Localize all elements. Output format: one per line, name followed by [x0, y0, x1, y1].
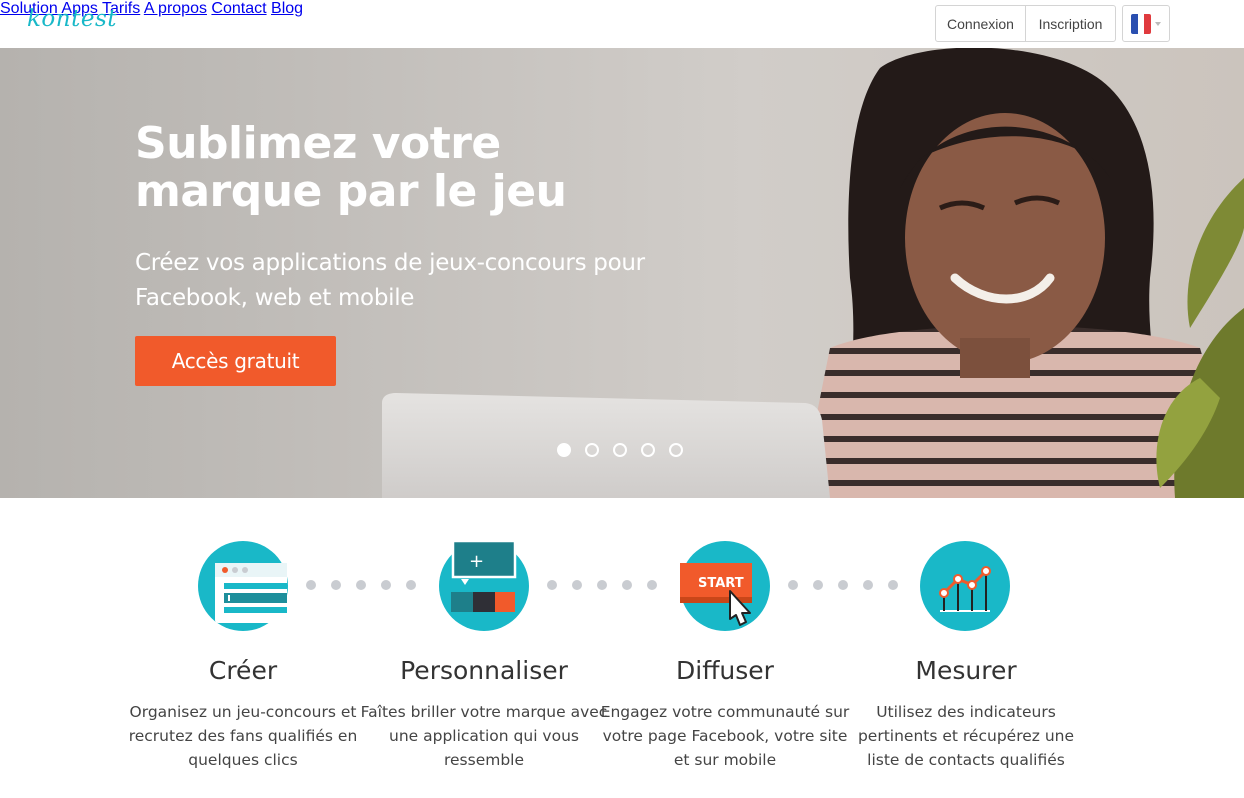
chevron-down-icon: [1155, 21, 1161, 26]
step-connector-2: [547, 580, 657, 590]
carousel-dot-5[interactable]: [669, 443, 683, 457]
kontest-logo[interactable]: kontest: [27, 6, 117, 32]
step-desc-creer: Organisez un jeu-concours et recrutez de…: [128, 703, 358, 769]
step-desc-personnaliser: Faîtes briller votre marque avec une app…: [360, 703, 608, 769]
customize-color-icon: +: [439, 541, 529, 631]
start-label: START: [698, 576, 744, 591]
france-flag-icon: [1131, 13, 1151, 34]
step-title-creer: Créer: [208, 656, 278, 685]
free-access-button[interactable]: Accès gratuit: [135, 336, 336, 386]
carousel-dot-2[interactable]: [585, 443, 599, 457]
carousel-pagination: [557, 443, 683, 457]
step-title-diffuser: Diffuser: [676, 656, 774, 685]
svg-text:+: +: [469, 551, 484, 572]
step-desc-diffuser: Engagez votre communauté sur votre page …: [600, 703, 850, 769]
start-button-icon: START: [680, 541, 770, 631]
nav-blog[interactable]: Blog: [271, 0, 303, 17]
nav-contact[interactable]: Contact: [211, 0, 266, 17]
language-selector[interactable]: [1122, 5, 1170, 42]
top-navbar: kontest Solution Apps Tarifs A propos Co…: [0, 0, 1244, 48]
hero-banner: Sublimez votre marque par le jeu Créez v…: [0, 48, 1244, 498]
create-window-icon: [198, 541, 288, 631]
hero-title: Sublimez votre marque par le jeu: [135, 118, 567, 217]
login-button[interactable]: Connexion: [936, 6, 1026, 41]
signup-button[interactable]: Inscription: [1026, 6, 1115, 41]
step-connector-1: [306, 580, 416, 590]
chart-metrics-icon: [920, 541, 1010, 631]
nav-a-propos[interactable]: A propos: [144, 0, 207, 17]
step-connector-3: [788, 580, 898, 590]
step-desc-mesurer: Utilisez des indicateurs pertinents et r…: [857, 703, 1075, 769]
step-title-mesurer: Mesurer: [915, 656, 1017, 685]
step-title-personnaliser: Personnaliser: [400, 656, 568, 685]
carousel-dot-3[interactable]: [613, 443, 627, 457]
carousel-dot-4[interactable]: [641, 443, 655, 457]
carousel-dot-1[interactable]: [557, 443, 571, 457]
auth-button-group: Connexion Inscription: [935, 5, 1116, 42]
hero-subtitle: Créez vos applications de jeux-concours …: [135, 250, 645, 311]
